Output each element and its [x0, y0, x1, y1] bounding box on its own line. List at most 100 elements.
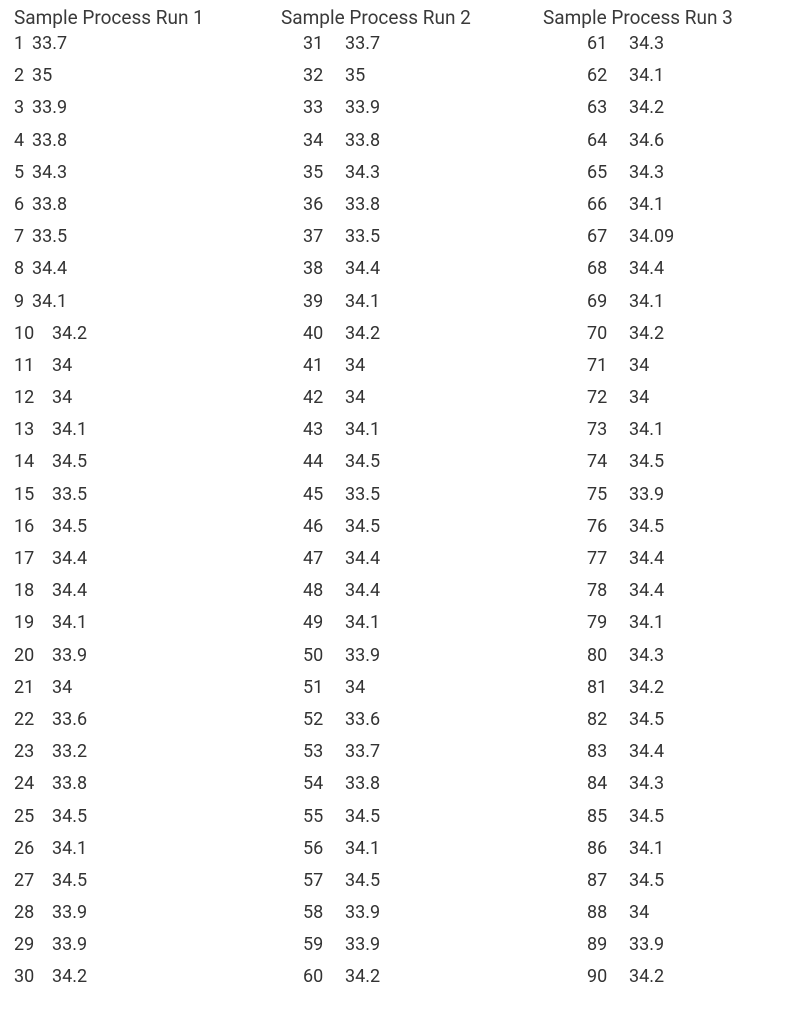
sample-value: 34.1: [629, 614, 664, 632]
sample-number: 49: [303, 614, 345, 632]
sample-value: 33.9: [52, 904, 87, 922]
sample-value: 33.5: [345, 486, 380, 504]
sample-number: 80: [587, 647, 629, 665]
table-row: 6134.3: [543, 35, 803, 67]
sample-value: 34.1: [629, 293, 664, 311]
column-run-3: Sample Process Run 3 6134.36234.16334.26…: [543, 6, 803, 1001]
sample-value: 34.5: [345, 518, 380, 536]
sample-number: 1: [14, 35, 32, 53]
table-row: 534.3: [0, 164, 275, 196]
sample-number: 65: [587, 164, 629, 182]
table-row: 3433.8: [275, 132, 543, 164]
table-row: 2333.2: [0, 743, 275, 775]
table-row: 4034.2: [275, 325, 543, 357]
sample-value: 34.09: [629, 228, 674, 246]
sample-value: 34.1: [52, 614, 87, 632]
sample-value: 33.9: [345, 647, 380, 665]
table-row: 7734.4: [543, 550, 803, 582]
sample-number: 27: [14, 872, 52, 890]
sample-number: 22: [14, 711, 52, 729]
table-row: 3934.1: [275, 293, 543, 325]
sample-value: 34.3: [629, 647, 664, 665]
sample-value: 33.2: [52, 743, 87, 761]
table-row: 6034.2: [275, 968, 543, 1000]
sample-value: 33.9: [32, 99, 67, 117]
table-row: 1934.1: [0, 614, 275, 646]
sample-value: 34.3: [629, 775, 664, 793]
table-row: 633.8: [0, 196, 275, 228]
column-header: Sample Process Run 2: [275, 6, 543, 35]
table-row: 8434.3: [543, 775, 803, 807]
sample-value: 34.4: [629, 743, 664, 761]
sample-value: 34.4: [629, 550, 664, 568]
column-header: Sample Process Run 1: [0, 6, 275, 35]
sample-value: 34.5: [629, 518, 664, 536]
sample-value: 34.4: [345, 582, 380, 600]
table-row: 4334.1: [275, 421, 543, 453]
sample-number: 68: [587, 260, 629, 278]
sample-number: 11: [14, 357, 52, 375]
table-row: 7134: [543, 357, 803, 389]
table-row: 2833.9: [0, 904, 275, 936]
sample-number: 59: [303, 936, 345, 954]
table-row: 8334.4: [543, 743, 803, 775]
column-rows: 3133.732353333.93433.83534.33633.83733.5…: [275, 35, 543, 1001]
sample-number: 54: [303, 775, 345, 793]
table-row: 4734.4: [275, 550, 543, 582]
table-row: 2134: [0, 679, 275, 711]
sample-value: 33.9: [345, 99, 380, 117]
sample-number: 46: [303, 518, 345, 536]
table-row: 133.7: [0, 35, 275, 67]
sample-number: 31: [303, 35, 345, 53]
table-row: 7934.1: [543, 614, 803, 646]
sample-value: 34.2: [629, 99, 664, 117]
sample-value: 34.2: [629, 679, 664, 697]
table-row: 6534.3: [543, 164, 803, 196]
sample-value: 33.9: [52, 936, 87, 954]
table-row: 8734.5: [543, 872, 803, 904]
sample-value: 33.7: [345, 35, 380, 53]
sample-number: 52: [303, 711, 345, 729]
table-row: 333.9: [0, 99, 275, 131]
sample-value: 34.4: [345, 260, 380, 278]
table-row: 4934.1: [275, 614, 543, 646]
sample-value: 33.9: [345, 936, 380, 954]
data-table-page: Sample Process Run 1 133.7235333.9433.85…: [0, 0, 805, 1011]
table-row: 9034.2: [543, 968, 803, 1000]
sample-value: 34: [52, 389, 72, 407]
sample-value: 34.5: [629, 872, 664, 890]
sample-number: 14: [14, 453, 52, 471]
sample-value: 34.4: [32, 260, 67, 278]
sample-number: 19: [14, 614, 52, 632]
sample-value: 34.5: [629, 711, 664, 729]
sample-value: 34.2: [629, 325, 664, 343]
table-row: 7334.1: [543, 421, 803, 453]
sample-number: 63: [587, 99, 629, 117]
table-row: 6634.1: [543, 196, 803, 228]
table-row: 7234: [543, 389, 803, 421]
sample-number: 67: [587, 228, 629, 246]
sample-value: 34.2: [52, 968, 87, 986]
sample-number: 40: [303, 325, 345, 343]
table-row: 4134: [275, 357, 543, 389]
sample-number: 23: [14, 743, 52, 761]
table-row: 5333.7: [275, 743, 543, 775]
sample-value: 34.5: [52, 872, 87, 890]
column-rows: 6134.36234.16334.26434.66534.36634.16734…: [543, 35, 803, 1001]
sample-value: 34.1: [345, 840, 380, 858]
table-row: 5033.9: [275, 647, 543, 679]
table-row: 6234.1: [543, 67, 803, 99]
sample-number: 81: [587, 679, 629, 697]
table-row: 834.4: [0, 260, 275, 292]
table-row: 1533.5: [0, 486, 275, 518]
table-row: 7434.5: [543, 453, 803, 485]
table-row: 8933.9: [543, 936, 803, 968]
sample-value: 33.8: [345, 775, 380, 793]
sample-value: 33.7: [32, 35, 67, 53]
sample-number: 13: [14, 421, 52, 439]
table-row: 5734.5: [275, 872, 543, 904]
table-row: 3733.5: [275, 228, 543, 260]
sample-value: 34.1: [629, 840, 664, 858]
table-row: 3534.3: [275, 164, 543, 196]
sample-number: 32: [303, 67, 345, 85]
